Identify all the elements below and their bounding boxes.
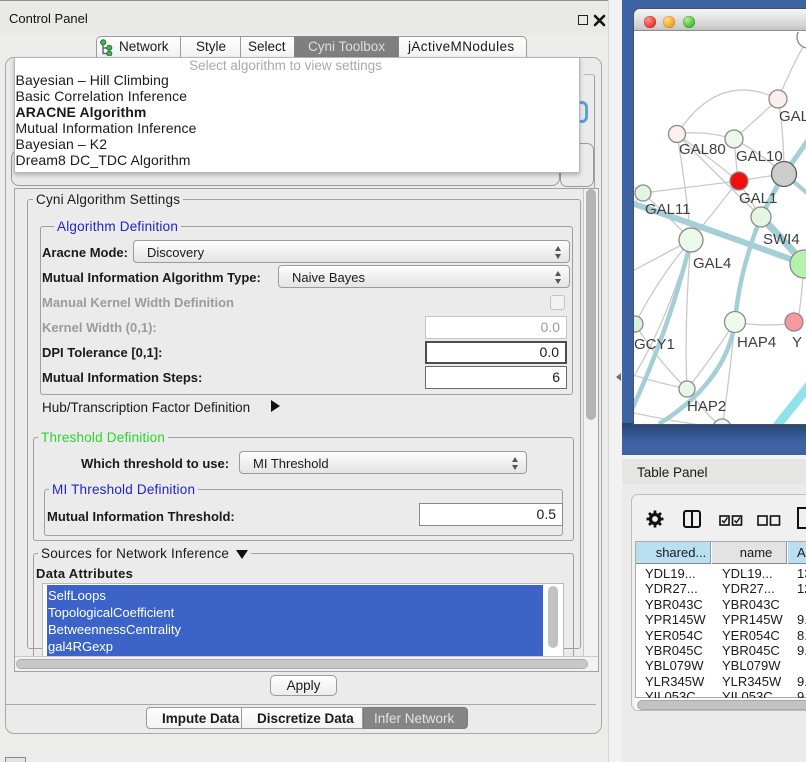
svg-text:GAL80: GAL80 (679, 141, 726, 158)
svg-text:HAP4: HAP4 (737, 334, 776, 351)
svg-text:GAL: GAL (779, 108, 806, 125)
svg-text:HAP2: HAP2 (687, 398, 726, 415)
svg-text:GAL10: GAL10 (736, 148, 783, 165)
svg-text:GCY1: GCY1 (634, 336, 675, 353)
svg-text:Y: Y (792, 334, 802, 351)
svg-text:GAL4: GAL4 (693, 255, 731, 272)
svg-text:SWI4: SWI4 (763, 231, 800, 248)
svg-text:GAL1: GAL1 (739, 190, 777, 207)
svg-text:GAL11: GAL11 (645, 201, 691, 218)
